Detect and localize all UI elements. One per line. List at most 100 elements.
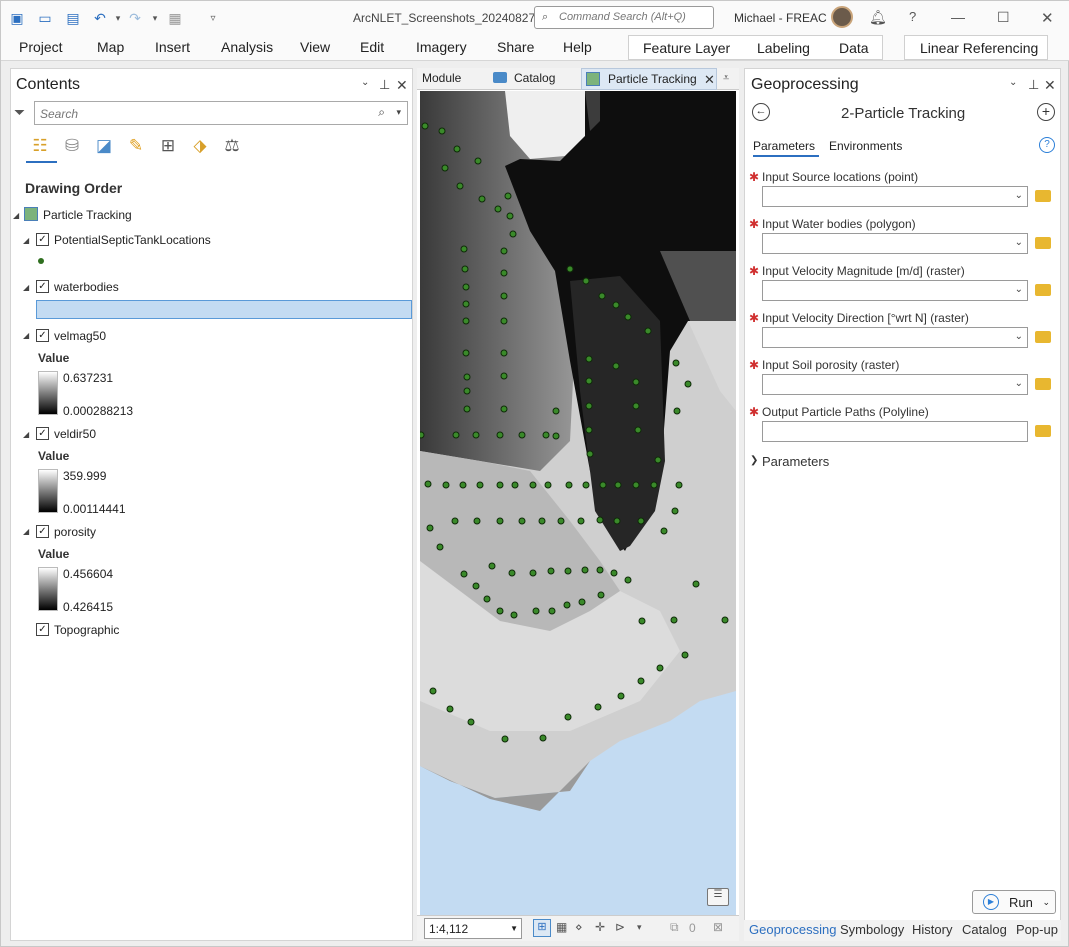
septic-tank-point[interactable] (612, 301, 620, 309)
septic-tank-point[interactable] (577, 517, 585, 525)
legend-gradient-swatch[interactable] (38, 469, 58, 513)
tab-pop-up[interactable]: Pop-up (1016, 922, 1058, 937)
septic-tank-point[interactable] (496, 607, 504, 615)
septic-tank-point[interactable] (500, 349, 508, 357)
septic-tank-point[interactable] (672, 359, 680, 367)
velocity-magnitude-input[interactable]: ⌄ (762, 280, 1028, 301)
septic-tank-point[interactable] (539, 734, 547, 742)
collapse-layer-icon[interactable]: ◢ (23, 430, 29, 439)
septic-tank-point[interactable] (538, 517, 546, 525)
browse-folder-icon[interactable] (1035, 190, 1051, 202)
help-icon[interactable]: ? (1039, 137, 1055, 153)
layer-name[interactable]: porosity (54, 525, 96, 539)
notification-bell-icon[interactable]: 🔔︎ (869, 9, 887, 26)
septic-tank-point[interactable] (462, 349, 470, 357)
collapse-layer-icon[interactable]: ◢ (23, 236, 29, 245)
close-tab-icon[interactable]: ✕ (704, 72, 715, 88)
septic-tank-point[interactable] (426, 524, 434, 532)
septic-tank-point[interactable] (506, 212, 514, 220)
septic-tank-point[interactable] (529, 569, 537, 577)
septic-tank-point[interactable] (594, 703, 602, 711)
tab-module[interactable]: Module (422, 71, 461, 85)
septic-tank-point[interactable] (564, 713, 572, 721)
septic-tank-point[interactable] (472, 582, 480, 590)
map-notes-icon[interactable]: ☰ (707, 888, 729, 906)
septic-tank-point[interactable] (632, 402, 640, 410)
tab-linear-referencing[interactable]: Linear Referencing (920, 40, 1038, 56)
redo-icon[interactable]: ↷ (126, 9, 144, 27)
septic-tank-point[interactable] (582, 277, 590, 285)
septic-tank-point[interactable] (542, 431, 550, 439)
tab-insert[interactable]: Insert (155, 39, 190, 55)
close-icon[interactable]: ✕ (1044, 77, 1056, 94)
navigation-icon[interactable]: ⊳ (615, 920, 625, 934)
minimize-icon[interactable]: — (951, 9, 965, 25)
list-by-data-source-icon[interactable]: ⛁ (61, 135, 83, 157)
septic-tank-point[interactable] (670, 616, 678, 624)
septic-tank-point[interactable] (508, 569, 516, 577)
septic-tank-point[interactable] (638, 617, 646, 625)
septic-tank-point[interactable] (632, 481, 640, 489)
tab-labeling[interactable]: Labeling (757, 40, 810, 56)
septic-tank-point[interactable] (721, 616, 729, 624)
soil-porosity-input[interactable]: ⌄ (762, 374, 1028, 395)
layer-name[interactable]: PotentialSepticTankLocations (54, 233, 211, 247)
avatar[interactable] (831, 6, 853, 28)
septic-tank-point[interactable] (504, 192, 512, 200)
chevron-down-icon[interactable]: ⌄ (1015, 237, 1023, 248)
septic-tank-point[interactable] (510, 611, 518, 619)
septic-tank-point[interactable] (441, 164, 449, 172)
septic-tank-point[interactable] (632, 378, 640, 386)
collapse-layer-icon[interactable]: ◢ (23, 527, 29, 536)
layer-visibility-checkbox[interactable]: ✓ (36, 233, 49, 246)
septic-tank-point[interactable] (581, 566, 589, 574)
septic-tank-point[interactable] (420, 431, 425, 439)
pin-icon[interactable]: ⊥ (379, 77, 390, 93)
septic-tank-point[interactable] (473, 517, 481, 525)
legend-gradient-swatch[interactable] (38, 371, 58, 415)
collapse-map-icon[interactable]: ◢ (13, 211, 19, 220)
undo-icon[interactable]: ↶ (91, 9, 109, 27)
septic-tank-point[interactable] (585, 377, 593, 385)
septic-tank-point[interactable] (421, 122, 429, 130)
expand-group-icon[interactable]: ❯ (750, 455, 758, 466)
septic-tank-point[interactable] (548, 607, 556, 615)
browse-folder-icon[interactable] (1035, 425, 1051, 437)
customize-toolbar-icon[interactable]: ▿ (204, 9, 222, 27)
browse-folder-icon[interactable] (1035, 284, 1051, 296)
help-icon[interactable]: ? (909, 9, 916, 24)
search-icon[interactable]: ⌕ (378, 105, 385, 120)
septic-tank-point[interactable] (637, 517, 645, 525)
septic-tank-point[interactable] (557, 517, 565, 525)
septic-tank-point[interactable] (446, 705, 454, 713)
chevron-down-icon[interactable]: ⌄ (1015, 331, 1023, 342)
layer-visibility-checkbox[interactable]: ✓ (36, 525, 49, 538)
septic-tank-point[interactable] (500, 405, 508, 413)
septic-tank-point[interactable] (496, 481, 504, 489)
map-canvas[interactable] (420, 91, 736, 916)
septic-tank-point[interactable] (476, 481, 484, 489)
septic-tank-point[interactable] (634, 426, 642, 434)
septic-tank-point[interactable] (650, 481, 658, 489)
chevron-down-icon[interactable]: ⌄ (1015, 190, 1023, 201)
septic-tank-point[interactable] (478, 195, 486, 203)
septic-tank-point[interactable] (429, 687, 437, 695)
new-project-icon[interactable]: ▣ (8, 9, 26, 27)
septic-tank-point[interactable] (552, 432, 560, 440)
septic-tank-point[interactable] (424, 480, 432, 488)
open-project-icon[interactable]: ▭ (36, 9, 54, 27)
septic-tank-point[interactable] (488, 562, 496, 570)
septic-tank-point[interactable] (474, 157, 482, 165)
layer-name[interactable]: waterbodies (54, 280, 119, 294)
source-locations-input[interactable]: ⌄ (762, 186, 1028, 207)
list-by-editing-icon[interactable]: ✎ (125, 135, 147, 157)
chevron-down-icon[interactable]: ⌄ (1015, 378, 1023, 389)
septic-tank-point[interactable] (624, 313, 632, 321)
collapse-layer-icon[interactable]: ◢ (23, 331, 29, 340)
septic-tank-point[interactable] (612, 362, 620, 370)
tab-help[interactable]: Help (563, 39, 592, 55)
run-button[interactable]: ▶ Run ⌄ (972, 890, 1056, 914)
septic-tank-point[interactable] (585, 402, 593, 410)
septic-tank-point[interactable] (501, 735, 509, 743)
septic-tank-point[interactable] (500, 247, 508, 255)
